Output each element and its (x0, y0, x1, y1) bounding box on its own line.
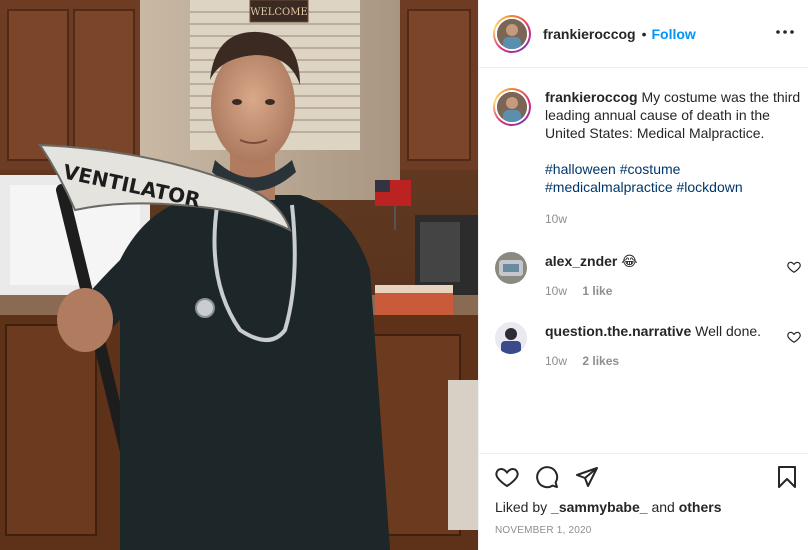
comment-meta: 10w 1 like (545, 282, 801, 300)
caption-avatar[interactable] (493, 88, 531, 126)
caption-hashtags: #halloween #costume #medicalmalpractice … (545, 160, 803, 196)
comment-time: 10w (545, 354, 568, 368)
post-date[interactable]: NOVEMBER 1, 2020 (495, 525, 592, 536)
caption-username[interactable]: frankieroccog (545, 89, 638, 105)
header-separator: • (641, 25, 647, 42)
comment-avatar[interactable] (495, 252, 527, 284)
caption-avatar-image (497, 92, 527, 122)
post-actions (495, 465, 799, 491)
post-caption: frankieroccog My costume was the third l… (493, 88, 803, 228)
comment-item: alex_znder 😂 10w 1 like (495, 252, 801, 300)
comment-username[interactable]: alex_znder (545, 253, 617, 269)
liked-by-others[interactable]: others (679, 499, 722, 515)
comment-avatar[interactable] (495, 322, 527, 354)
share-icon[interactable] (575, 465, 599, 489)
hashtag-link[interactable]: #medicalmalpractice (545, 179, 673, 195)
liked-by-user[interactable]: _sammybabe_ (551, 499, 648, 515)
comment-heart-icon[interactable] (787, 260, 801, 274)
hashtag-link[interactable]: #lockdown (677, 179, 743, 195)
caption-time: 10w (545, 212, 568, 226)
comment-item: question.the.narrative Well done. 10w 2 … (495, 322, 801, 370)
avatar[interactable] (493, 14, 531, 53)
comment-heart-icon[interactable] (787, 330, 801, 344)
heart-icon[interactable] (495, 465, 519, 489)
post-photo[interactable]: WELCOME VENTILATOR (0, 0, 478, 550)
comment-username[interactable]: question.the.narrative (545, 323, 691, 339)
post-header: frankieroccog • Follow (479, 0, 808, 68)
costume-photo: WELCOME VENTILATOR (0, 0, 478, 550)
comment-likes[interactable]: 1 like (582, 284, 612, 298)
avatar-image (497, 18, 527, 49)
follow-button[interactable]: Follow (652, 26, 696, 42)
header-username[interactable]: frankieroccog (543, 26, 636, 42)
comment-text: Well done. (695, 323, 762, 339)
comment-meta: 10w 2 likes (545, 352, 801, 370)
comment-text: 😂 (621, 253, 638, 269)
liked-by-prefix: Liked by (495, 499, 548, 515)
liked-by-and: and (651, 499, 675, 515)
comment-likes[interactable]: 2 likes (582, 354, 619, 368)
comment-time: 10w (545, 284, 568, 298)
hashtag-link[interactable]: #halloween (545, 161, 616, 177)
hashtag-link[interactable]: #costume (620, 161, 681, 177)
liked-by: Liked by _sammybabe_ and others (495, 499, 722, 515)
welcome-sign: WELCOME (250, 7, 308, 18)
more-icon[interactable] (775, 22, 795, 42)
comment-icon[interactable] (535, 465, 559, 489)
actions-divider (479, 453, 808, 454)
bookmark-icon[interactable] (775, 465, 799, 489)
post-sidebar: frankieroccog • Follow frankieroccog My … (478, 0, 808, 550)
